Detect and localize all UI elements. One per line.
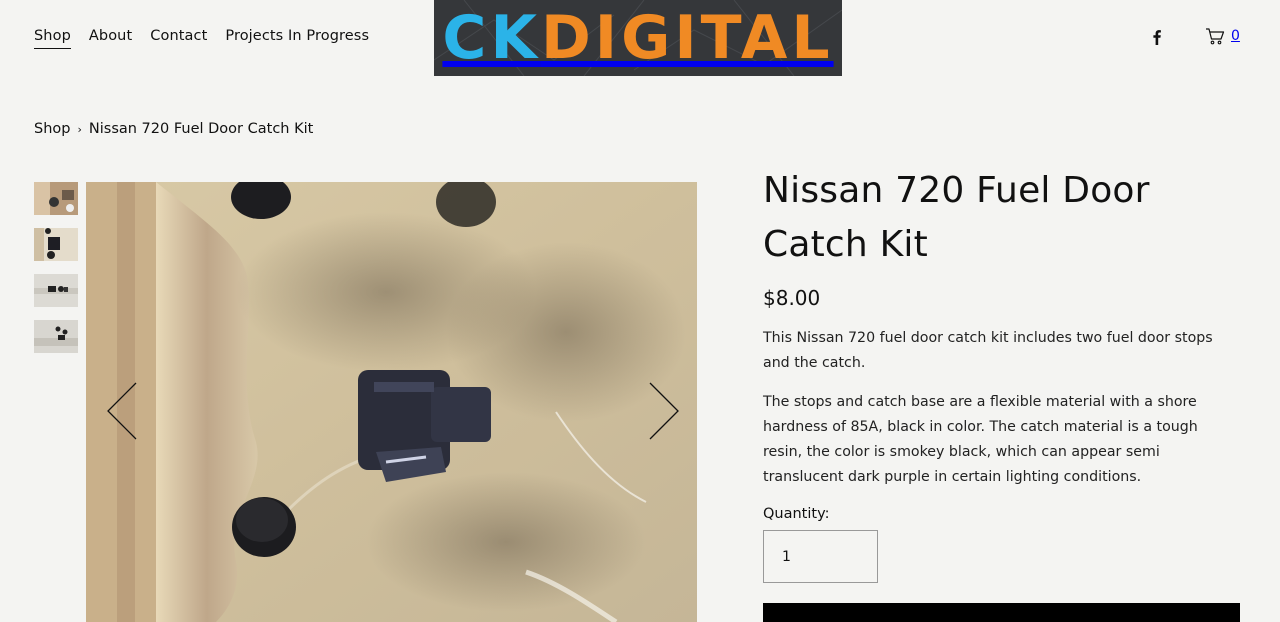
cart-button[interactable]: 0 xyxy=(1205,27,1240,45)
chevron-right-icon xyxy=(649,382,679,440)
thumbnail-2[interactable] xyxy=(34,228,78,261)
product-details: Nissan 720 Fuel Door Catch Kit $8.00 Thi… xyxy=(763,164,1240,583)
facebook-icon[interactable] xyxy=(1149,28,1165,46)
previous-image-button[interactable] xyxy=(104,381,144,441)
product-description: This Nissan 720 fuel door catch kit incl… xyxy=(763,326,1240,490)
thumbnail-list xyxy=(34,182,78,353)
nav-item-about[interactable]: About xyxy=(89,28,132,49)
site-logo[interactable]: CKDIGITAL xyxy=(434,0,842,76)
breadcrumb-current: Nissan 720 Fuel Door Catch Kit xyxy=(88,121,314,137)
product-description-paragraph-1: This Nissan 720 fuel door catch kit incl… xyxy=(763,330,1213,371)
thumbnail-3[interactable] xyxy=(34,274,78,307)
logo-text: CKDIGITAL xyxy=(442,8,833,68)
thumbnail-1[interactable] xyxy=(34,182,78,215)
chevron-left-icon xyxy=(107,382,137,440)
nav-item-shop[interactable]: Shop xyxy=(34,28,71,49)
thumbnail-4[interactable] xyxy=(34,320,78,353)
main-nav: Shop About Contact Projects In Progress xyxy=(34,28,369,49)
add-to-cart-button[interactable] xyxy=(763,603,1240,622)
logo-text-digital: DIGITAL xyxy=(540,3,834,73)
product-main-image xyxy=(86,182,697,622)
breadcrumb-separator: › xyxy=(77,122,82,136)
breadcrumb-shop-link[interactable]: Shop xyxy=(34,121,70,137)
logo-text-ck: CK xyxy=(442,3,541,73)
quantity-input[interactable] xyxy=(763,530,878,583)
nav-item-projects-in-progress[interactable]: Projects In Progress xyxy=(225,28,369,49)
cart-icon xyxy=(1206,28,1225,45)
breadcrumb: Shop › Nissan 720 Fuel Door Catch Kit xyxy=(34,121,313,137)
next-image-button[interactable] xyxy=(644,381,684,441)
product-title: Nissan 720 Fuel Door Catch Kit xyxy=(763,170,1150,265)
nav-item-contact[interactable]: Contact xyxy=(150,28,207,49)
cart-count: 0 xyxy=(1231,28,1240,44)
quantity-label: Quantity: xyxy=(763,506,830,522)
product-price: $8.00 xyxy=(763,286,821,310)
product-description-paragraph-2: The stops and catch base are a flexible … xyxy=(763,394,1198,485)
